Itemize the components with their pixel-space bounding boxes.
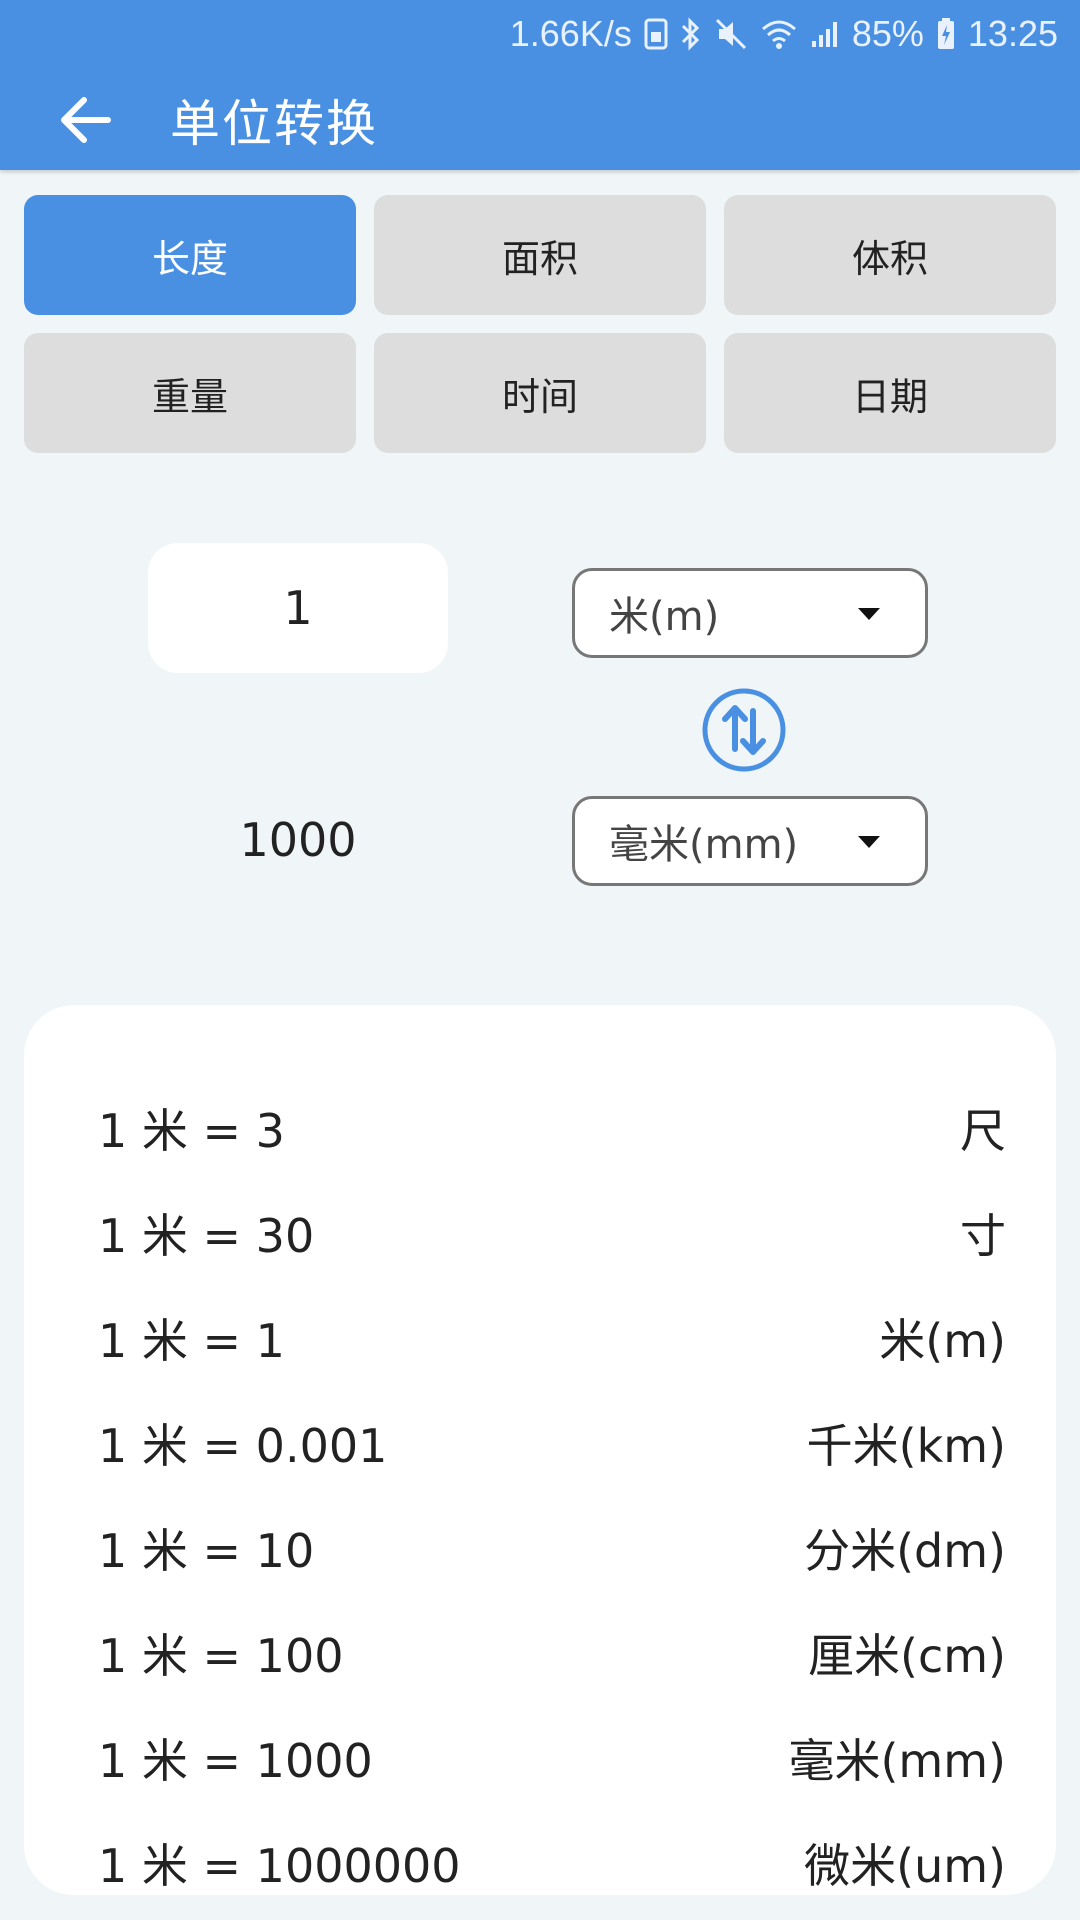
tab-area[interactable]: 面积 [374, 195, 706, 315]
to-unit-select[interactable]: 毫米(mm) [572, 796, 928, 886]
conversion-unit: 毫米(mm) [788, 1734, 1006, 1788]
signal-icon [811, 22, 837, 47]
result-value: 1000 [239, 813, 357, 867]
conversion-expression: 1 米 = 1 [98, 1314, 285, 1368]
app-bar: 1.66K/s 85% 13:25 单位转换 [0, 0, 1080, 170]
caret-down-icon [858, 836, 880, 848]
conversion-unit: 米(m) [879, 1314, 1006, 1368]
conversion-unit: 寸 [960, 1209, 1006, 1263]
battery-percent: 85% [851, 13, 924, 54]
list-item: 1 米 = 10 分米(dm) [98, 1508, 1006, 1588]
list-item: 1 米 = 1000000 微米(um) [98, 1823, 1006, 1895]
caret-down-icon [858, 608, 880, 620]
to-unit-label: 毫米(mm) [609, 822, 799, 868]
swap-units-button[interactable] [701, 687, 787, 773]
conversion-expression: 1 米 = 3 [98, 1104, 285, 1158]
conversion-expression: 1 米 = 30 [98, 1209, 315, 1263]
conversion-expression: 1 米 = 1000 [98, 1734, 373, 1788]
conversion-unit: 微米(um) [804, 1839, 1006, 1893]
tab-length[interactable]: 长度 [24, 195, 356, 315]
conversion-unit: 尺 [960, 1104, 1006, 1158]
conversion-unit: 分米(dm) [804, 1524, 1006, 1578]
from-unit-select[interactable]: 米(m) [572, 568, 928, 658]
conversion-expression: 1 米 = 0.001 [98, 1419, 388, 1473]
battery-charging-icon [937, 18, 954, 49]
list-item: 1 米 = 1000 毫米(mm) [98, 1718, 1006, 1798]
conversion-expression: 1 米 = 100 [98, 1629, 344, 1683]
list-item: 1 米 = 1 米(m) [98, 1298, 1006, 1378]
list-item: 1 米 = 0.001 千米(km) [98, 1403, 1006, 1483]
wifi-icon [761, 20, 796, 49]
conversion-list: 1 米 = 3 尺 1 米 = 30 寸 1 米 = 1 米(m) 1 米 = 0.0… [24, 1005, 1056, 1895]
list-item: 1 米 = 100 厘米(cm) [98, 1613, 1006, 1693]
back-button[interactable] [56, 92, 112, 148]
page-title: 单位转换 [170, 95, 378, 153]
network-speed: 1.66K/s [509, 13, 632, 54]
tab-date[interactable]: 日期 [724, 333, 1056, 453]
sim-icon [644, 18, 668, 50]
conversion-unit: 厘米(cm) [808, 1629, 1006, 1683]
tab-time[interactable]: 时间 [374, 333, 706, 453]
arrow-left-icon [61, 97, 111, 143]
mute-icon [715, 18, 746, 50]
conversion-expression: 1 米 = 1000000 [98, 1839, 461, 1893]
list-item: 1 米 = 30 寸 [98, 1193, 1006, 1273]
bluetooth-icon [681, 17, 699, 51]
from-unit-label: 米(m) [609, 594, 720, 640]
tab-volume[interactable]: 体积 [724, 195, 1056, 315]
conversion-expression: 1 米 = 10 [98, 1524, 315, 1578]
conversion-unit: 千米(km) [806, 1419, 1006, 1473]
status-bar: 1.66K/s 85% 13:25 [510, 12, 1058, 56]
list-item: 1 米 = 3 尺 [98, 1088, 1006, 1168]
clock: 13:25 [967, 13, 1058, 54]
tab-weight[interactable]: 重量 [24, 333, 356, 453]
value-input[interactable]: 1 [148, 543, 448, 673]
